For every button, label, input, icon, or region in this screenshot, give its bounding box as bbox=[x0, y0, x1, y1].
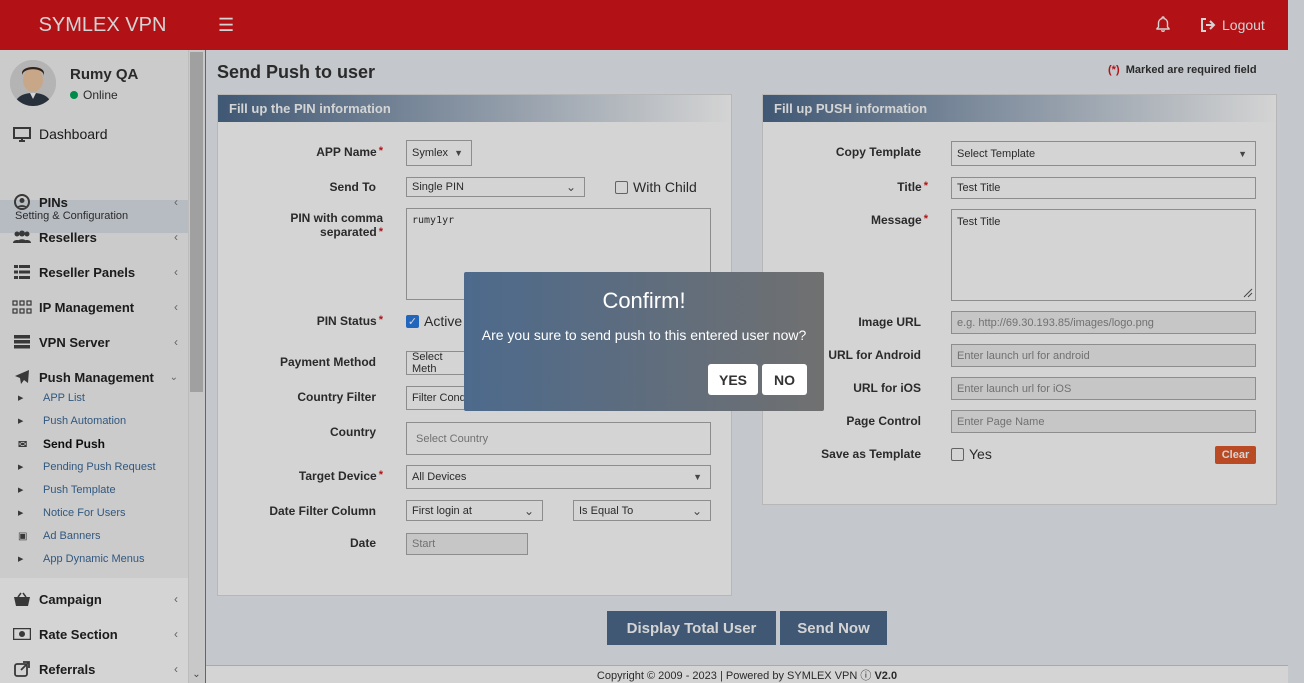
dialog-yes-button[interactable]: YES bbox=[708, 364, 758, 395]
dialog-no-button[interactable]: NO bbox=[762, 364, 807, 395]
dialog-title: Confirm! bbox=[602, 288, 686, 313]
confirm-dialog: Confirm! Are you sure to send push to th… bbox=[464, 272, 824, 411]
dialog-message: Are you sure to send push to this entere… bbox=[481, 327, 807, 343]
